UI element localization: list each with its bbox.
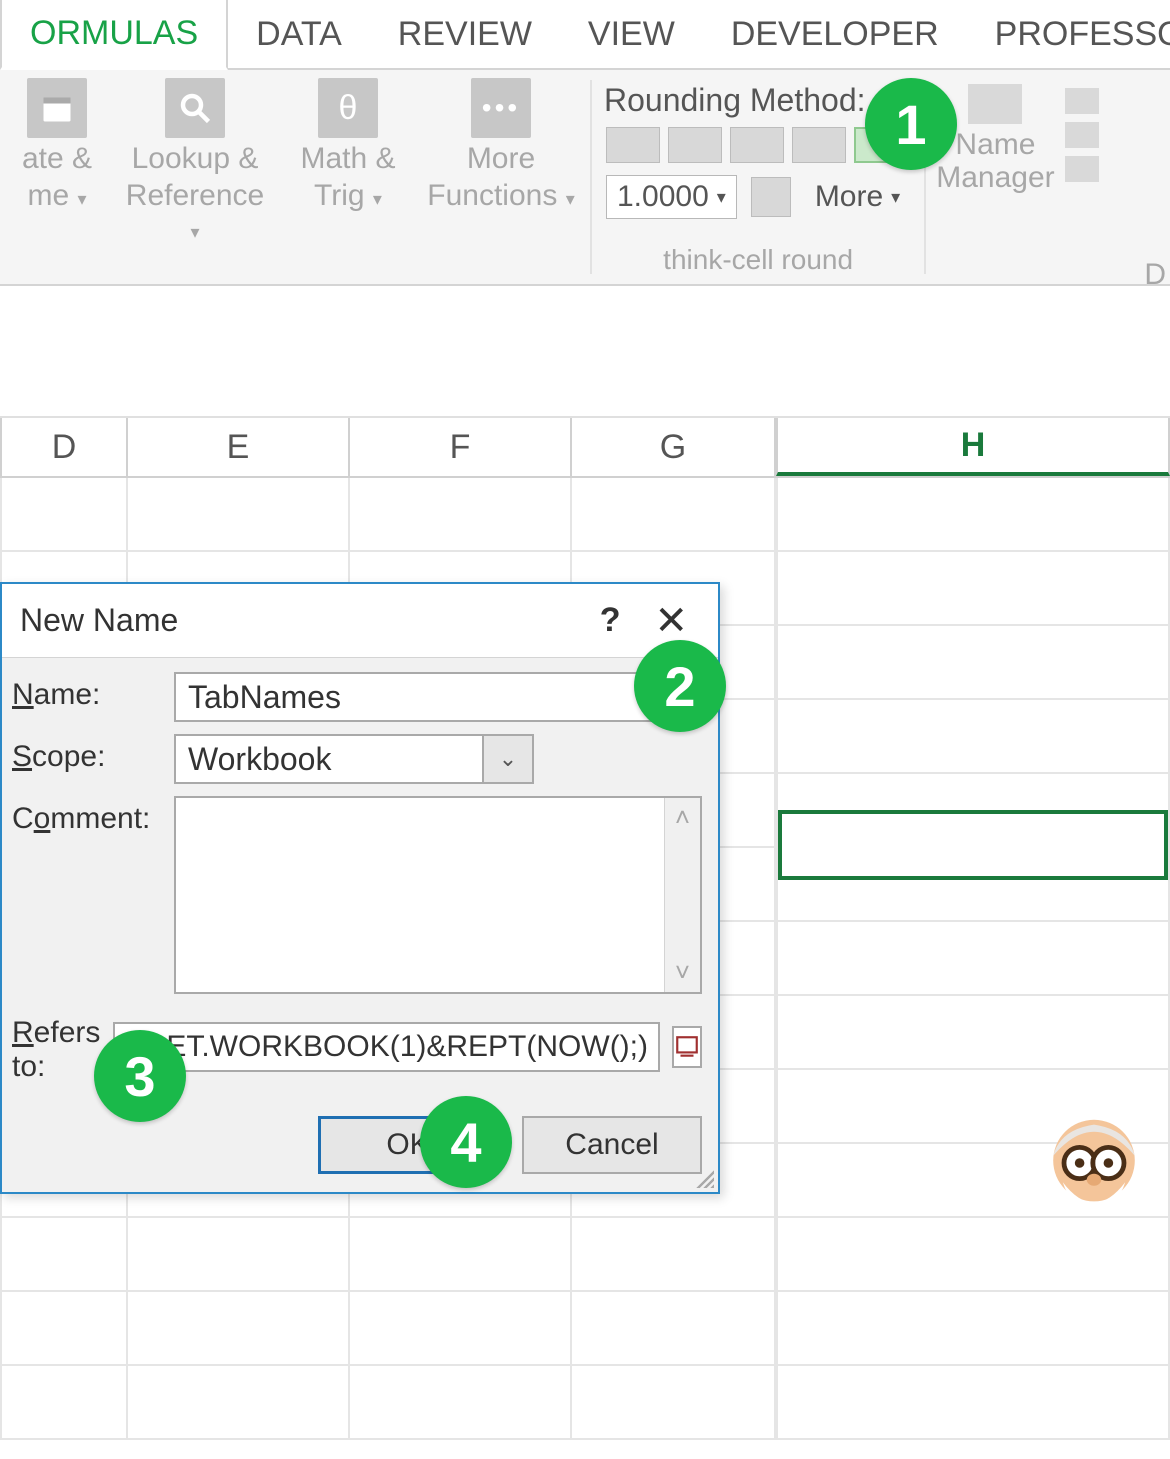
calendar-icon <box>27 78 87 138</box>
round-more-button[interactable]: More ▾ <box>805 176 910 218</box>
ribbon: ate & me ▾ Lookup & Reference ▾ θ Math & Tr… <box>0 70 1170 286</box>
col-header-D[interactable]: D <box>0 418 128 476</box>
define-name-icon[interactable] <box>1065 88 1099 114</box>
more-functions-button[interactable]: ••• More Functions ▾ <box>426 78 576 212</box>
comment-scrollbar[interactable]: ˄ ˅ <box>664 798 700 992</box>
annotation-badge-1: 1 <box>865 78 957 170</box>
create-from-selection-icon[interactable] <box>1065 156 1099 182</box>
close-button[interactable]: ✕ <box>642 598 700 644</box>
collapse-dialog-button[interactable] <box>672 1026 702 1068</box>
math-label-1: Math & <box>300 142 395 175</box>
date-time-label-1: ate & <box>22 142 92 175</box>
chevron-down-icon: ▾ <box>190 222 199 242</box>
round-method-3-button[interactable] <box>730 127 784 163</box>
date-time-label-2: me <box>27 179 69 212</box>
chevron-down-icon: ▾ <box>373 189 382 209</box>
col-header-H[interactable]: H <box>776 418 1170 476</box>
comment-textarea[interactable] <box>176 798 664 992</box>
annotation-badge-4: 4 <box>420 1096 512 1188</box>
more-label-2: Functions <box>427 179 557 212</box>
lookup-label-2: Reference <box>126 179 264 212</box>
round-method-4-button[interactable] <box>792 127 846 163</box>
lookup-label-1: Lookup & <box>132 142 259 175</box>
name-manager-icon <box>968 84 1022 124</box>
chevron-down-icon: ⌄ <box>482 736 532 782</box>
ellipsis-icon: ••• <box>471 78 531 138</box>
help-button[interactable]: ? <box>578 601 643 640</box>
annotation-badge-3: 3 <box>94 1030 186 1122</box>
scope-value: Workbook <box>176 741 482 778</box>
round-check-icon[interactable] <box>751 177 791 217</box>
resize-grip[interactable] <box>692 1166 714 1188</box>
name-label: Name: <box>12 672 162 712</box>
annotation-badge-2: 2 <box>634 640 726 732</box>
scope-label: Scope: <box>12 734 162 774</box>
range-picker-icon <box>674 1034 700 1060</box>
tab-data[interactable]: DATA <box>228 0 370 68</box>
scroll-up-icon: ˄ <box>675 802 690 833</box>
professor-avatar <box>1034 1103 1154 1223</box>
chevron-down-icon: ▾ <box>77 189 86 209</box>
ribbon-group-function-library: ate & me ▾ Lookup & Reference ▾ θ Math & Tr… <box>0 70 588 284</box>
round-method-1-button[interactable] <box>606 127 660 163</box>
formula-bar-area <box>0 286 1170 418</box>
rounding-method-heading: Rounding Method: <box>596 78 874 121</box>
col-header-G[interactable]: G <box>572 418 776 476</box>
thinkcell-group-label: think-cell round <box>663 238 853 280</box>
comment-label: Comment: <box>12 796 162 836</box>
ribbon-separator <box>590 80 592 274</box>
col-header-E[interactable]: E <box>128 418 350 476</box>
rounding-precision-combo[interactable]: 1.0000 ▾ <box>606 175 737 219</box>
math-label-2: Trig <box>314 179 365 212</box>
dialog-titlebar[interactable]: New Name ? ✕ <box>2 584 718 658</box>
cancel-button[interactable]: Cancel <box>522 1116 702 1174</box>
tab-professor[interactable]: PROFESSO <box>967 0 1170 68</box>
chevron-down-icon: ▾ <box>566 189 575 209</box>
lookup-icon <box>165 78 225 138</box>
date-time-button[interactable]: ate & me ▾ <box>12 78 102 212</box>
trailing-group-letter: D <box>1144 258 1166 292</box>
scroll-down-icon: ˅ <box>675 957 690 988</box>
dialog-title: New Name <box>20 602 578 639</box>
rounding-precision-value: 1.0000 <box>617 180 709 214</box>
use-in-formula-icon[interactable] <box>1065 122 1099 148</box>
scope-select[interactable]: Workbook ⌄ <box>174 734 534 784</box>
tab-formulas[interactable]: ORMULAS <box>0 0 228 70</box>
tab-review[interactable]: REVIEW <box>370 0 560 68</box>
tab-view[interactable]: VIEW <box>560 0 703 68</box>
active-cell[interactable] <box>778 810 1168 880</box>
math-trig-button[interactable]: θ Math & Trig ▾ <box>288 78 408 212</box>
more-label-1: More <box>467 142 535 175</box>
theta-icon: θ <box>318 78 378 138</box>
col-header-F[interactable]: F <box>350 418 572 476</box>
ribbon-tabs: ORMULAS DATA REVIEW VIEW DEVELOPER PROFE… <box>0 0 1170 70</box>
column-headers: D E F G H <box>0 418 1170 478</box>
round-method-2-button[interactable] <box>668 127 722 163</box>
tab-developer[interactable]: DEVELOPER <box>703 0 967 68</box>
ribbon-group-defined-names: NameManager <box>928 70 1100 284</box>
chevron-down-icon: ▾ <box>891 187 900 208</box>
chevron-down-icon: ▾ <box>717 187 726 208</box>
name-input[interactable] <box>174 672 702 722</box>
refers-to-label: Refers to: <box>12 1010 101 1084</box>
refers-to-input[interactable]: =GET.WORKBOOK(1)&REPT(NOW();) <box>113 1022 660 1072</box>
lookup-reference-button[interactable]: Lookup & Reference ▾ <box>120 78 270 245</box>
round-more-label: More <box>815 180 883 214</box>
